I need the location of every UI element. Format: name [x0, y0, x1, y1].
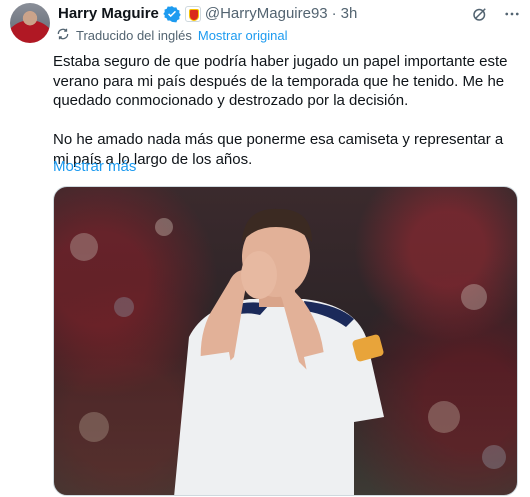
grok-icon[interactable] — [470, 4, 490, 24]
tweet-actions — [470, 4, 522, 24]
verified-badge-icon — [163, 5, 181, 23]
tweet[interactable]: Harry Maguire @HarryMaguire93 · 3h Tradu… — [0, 0, 530, 497]
tweet-paragraph: Estaba seguro de que podría haber jugado… — [53, 53, 508, 109]
translation-label: Traducido del inglés — [76, 28, 192, 43]
avatar[interactable] — [10, 3, 50, 43]
timestamp[interactable]: 3h — [341, 4, 358, 24]
author-handle[interactable]: @HarryMaguire93 — [205, 4, 328, 24]
player-illustration: 6 — [70, 208, 506, 495]
tweet-header: Harry Maguire @HarryMaguire93 · 3h — [58, 4, 530, 24]
tweet-image[interactable]: 6 — [53, 186, 518, 496]
show-more-link[interactable]: Mostrar más — [53, 157, 136, 176]
more-icon[interactable] — [502, 4, 522, 24]
show-original-link[interactable]: Mostrar original — [198, 28, 288, 44]
author-name[interactable]: Harry Maguire — [58, 4, 159, 24]
translate-icon — [56, 27, 70, 45]
translation-notice: Traducido del inglés Mostrar original — [56, 27, 287, 45]
manchester-united-badge-icon[interactable] — [184, 6, 201, 22]
separator-dot: · — [331, 5, 337, 22]
